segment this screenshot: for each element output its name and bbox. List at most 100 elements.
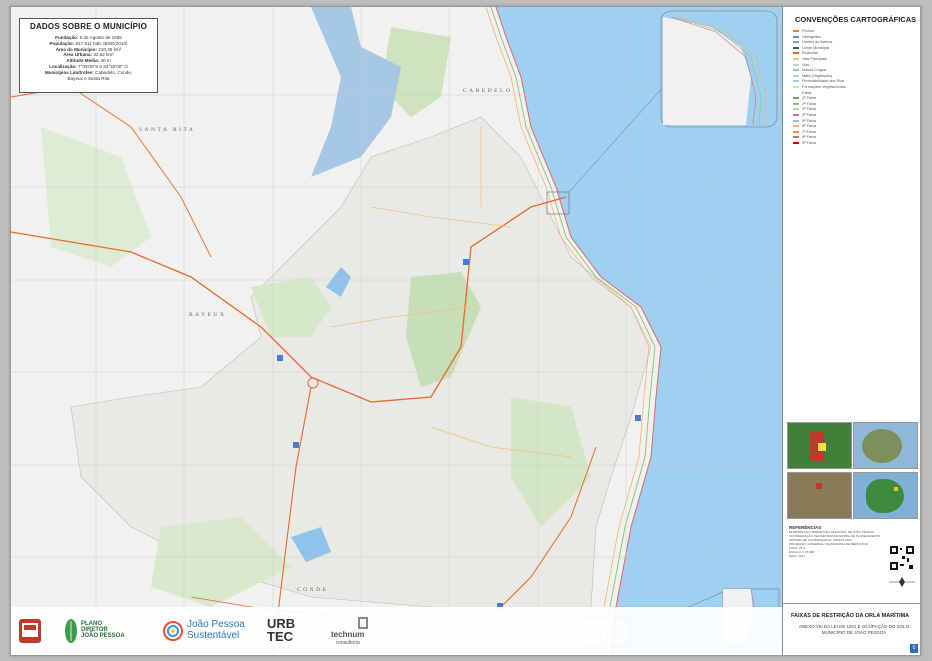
sheet-number-badge: 0 bbox=[910, 644, 918, 653]
legend-label: Limite Municipal bbox=[802, 45, 830, 50]
legend-symbol-icon bbox=[793, 35, 799, 38]
legend-item: 9ª Faixa bbox=[793, 141, 816, 145]
legend-label: Vias bbox=[802, 62, 810, 67]
info-line: Bayeux e Santa Rita bbox=[67, 75, 110, 81]
legend-symbol-icon bbox=[793, 69, 799, 72]
legend-label: 6ª Faixa bbox=[802, 124, 816, 129]
location-map-2 bbox=[853, 422, 918, 469]
location-map-1 bbox=[787, 422, 852, 469]
map-canvas[interactable] bbox=[11, 7, 782, 655]
legend-item: Vias bbox=[793, 63, 809, 67]
legend-symbol-icon bbox=[793, 74, 799, 77]
road-shield-icon bbox=[293, 442, 299, 448]
legend-item: Formações Vegetacionais bbox=[793, 85, 846, 89]
plano-diretor-logo bbox=[65, 619, 77, 643]
plano-diretor-text: PLANO DIRETOR JOÃO PESSOA bbox=[81, 621, 125, 639]
references-block: REFERÊNCIAS ELABORAÇÃO: PREFEITURA MUNIC… bbox=[789, 525, 889, 558]
legend-symbol-icon bbox=[793, 142, 799, 144]
legend-symbol-icon bbox=[793, 102, 799, 105]
place-label-conde: CONDE bbox=[297, 587, 329, 593]
legend-label: Faixa bbox=[802, 90, 812, 95]
legend-label: Permeabilidade dos Rios bbox=[802, 79, 845, 84]
legend-label: Vias Principais bbox=[802, 57, 827, 61]
legend-symbol-icon bbox=[793, 108, 799, 111]
legend-symbol-icon bbox=[793, 30, 799, 32]
legend-label: 4ª Faixa bbox=[802, 113, 816, 117]
legend-label: 5ª Faixa bbox=[802, 118, 816, 123]
legend-item: Massa D'água bbox=[793, 68, 826, 72]
legend-symbol-icon bbox=[793, 136, 799, 139]
reference-line: DATA: 2021 bbox=[789, 554, 805, 558]
legend-symbol-icon bbox=[793, 86, 799, 88]
legend-label: 8ª Faixa bbox=[802, 135, 816, 140]
legend-label: Rodovias bbox=[802, 51, 818, 56]
road-shield-icon bbox=[635, 415, 641, 421]
sustentavel-logo bbox=[163, 621, 183, 641]
road-shield-icon bbox=[277, 355, 283, 361]
legend-item: Limite Municipal bbox=[793, 46, 829, 50]
place-label-bayeux: BAYEUX bbox=[189, 312, 227, 318]
legend-symbol-icon bbox=[793, 97, 799, 100]
legend-label: 1ª Faixa bbox=[802, 96, 816, 101]
legend-symbol-icon bbox=[793, 125, 799, 128]
map-frame[interactable]: SANTA RITA CABEDELO BAYEUX CONDE DADOS S… bbox=[11, 7, 782, 655]
legend-symbol-icon bbox=[793, 63, 799, 66]
legend-item: 3ª Faixa bbox=[793, 107, 816, 111]
map-subtitle: ANEXO VIII DA LEI DE USO E OCUPAÇÃO DO S… bbox=[798, 624, 910, 635]
legend-item: Faixa bbox=[793, 91, 811, 95]
legend-item: Limites de Bairros bbox=[793, 40, 832, 44]
logos-canvas bbox=[19, 617, 368, 643]
logo-strip: PLANO DIRETOR JOÃO PESSOA João Pessoa Su… bbox=[11, 607, 782, 655]
map-title: FAIXAS DE RESTRIÇÃO DA ORLA MARÍTIMA bbox=[791, 613, 910, 619]
location-map-3 bbox=[787, 472, 852, 519]
legend-item: 1ª Faixa bbox=[793, 96, 816, 100]
legend-label: Pontos bbox=[802, 29, 814, 33]
legend-label: Formações Vegetacionais bbox=[802, 85, 846, 89]
legend-symbol-icon bbox=[793, 130, 799, 133]
legend-item: 7ª Faixa bbox=[793, 130, 816, 134]
legend-label: 3ª Faixa bbox=[802, 107, 816, 112]
municipality-info-box: DADOS SOBRE O MUNICÍPIO Fundação: 5 de A… bbox=[19, 18, 158, 93]
legend-item: Mata (Vegetação) bbox=[793, 74, 832, 78]
legend-label: Mata (Vegetação) bbox=[802, 73, 832, 78]
map-sheet: SANTA RITA CABEDELO BAYEUX CONDE DADOS S… bbox=[10, 6, 921, 656]
qr-code-icon bbox=[889, 545, 915, 571]
legend-label: 2ª Faixa bbox=[802, 101, 816, 106]
legend-item: 6ª Faixa bbox=[793, 124, 816, 128]
legend-label: 7ª Faixa bbox=[802, 129, 816, 134]
legend-symbol-icon bbox=[793, 41, 799, 44]
legend-item: 4ª Faixa bbox=[793, 113, 816, 117]
legend-symbol-icon bbox=[793, 91, 799, 94]
legend-item: Rodovias bbox=[793, 51, 818, 55]
legend-symbol-icon bbox=[793, 52, 799, 55]
legend-item: Pontos bbox=[793, 29, 814, 33]
legend-item: 5ª Faixa bbox=[793, 119, 816, 123]
legend-symbol-icon bbox=[793, 80, 799, 83]
place-label-santa-rita: SANTA RITA bbox=[139, 127, 196, 133]
legend-symbol-icon bbox=[793, 58, 799, 60]
legend-label: 9ª Faixa bbox=[802, 141, 816, 145]
sustentavel-text: João Pessoa Sustentável bbox=[187, 619, 245, 641]
info-title: DADOS SOBRE O MUNICÍPIO bbox=[29, 22, 148, 31]
legend-symbol-icon bbox=[793, 119, 799, 122]
city-crest-logo bbox=[19, 619, 41, 643]
legend-item: Permeabilidade dos Rios bbox=[793, 79, 844, 83]
legend-label: Limites de Bairros bbox=[802, 40, 833, 45]
legend-item: Vias Principais bbox=[793, 57, 827, 61]
location-map-4 bbox=[853, 472, 918, 519]
legend-label: Massa D'água bbox=[802, 68, 827, 73]
legend-item: Hidrografia bbox=[793, 35, 821, 39]
place-label-cabedelo: CABEDELO bbox=[463, 88, 513, 94]
technum-logo bbox=[358, 617, 368, 629]
legend-symbol-icon bbox=[793, 114, 799, 116]
detail-inset-top bbox=[660, 10, 778, 128]
legend-label: Hidrografia bbox=[802, 34, 821, 39]
legend-item: 2ª Faixa bbox=[793, 102, 816, 106]
title-block: FAIXAS DE RESTRIÇÃO DA ORLA MARÍTIMA ANE… bbox=[783, 603, 920, 655]
north-arrow-icon bbox=[889, 577, 915, 587]
road-shield-icon bbox=[463, 259, 469, 265]
technum-text: technum consultoria bbox=[331, 630, 365, 647]
legend-title: CONVENÇÕES CARTOGRÁFICAS bbox=[795, 15, 917, 24]
legend-symbol-icon bbox=[793, 46, 799, 49]
legend-panel: CONVENÇÕES CARTOGRÁFICAS Pontos Hidrograf… bbox=[782, 7, 920, 655]
